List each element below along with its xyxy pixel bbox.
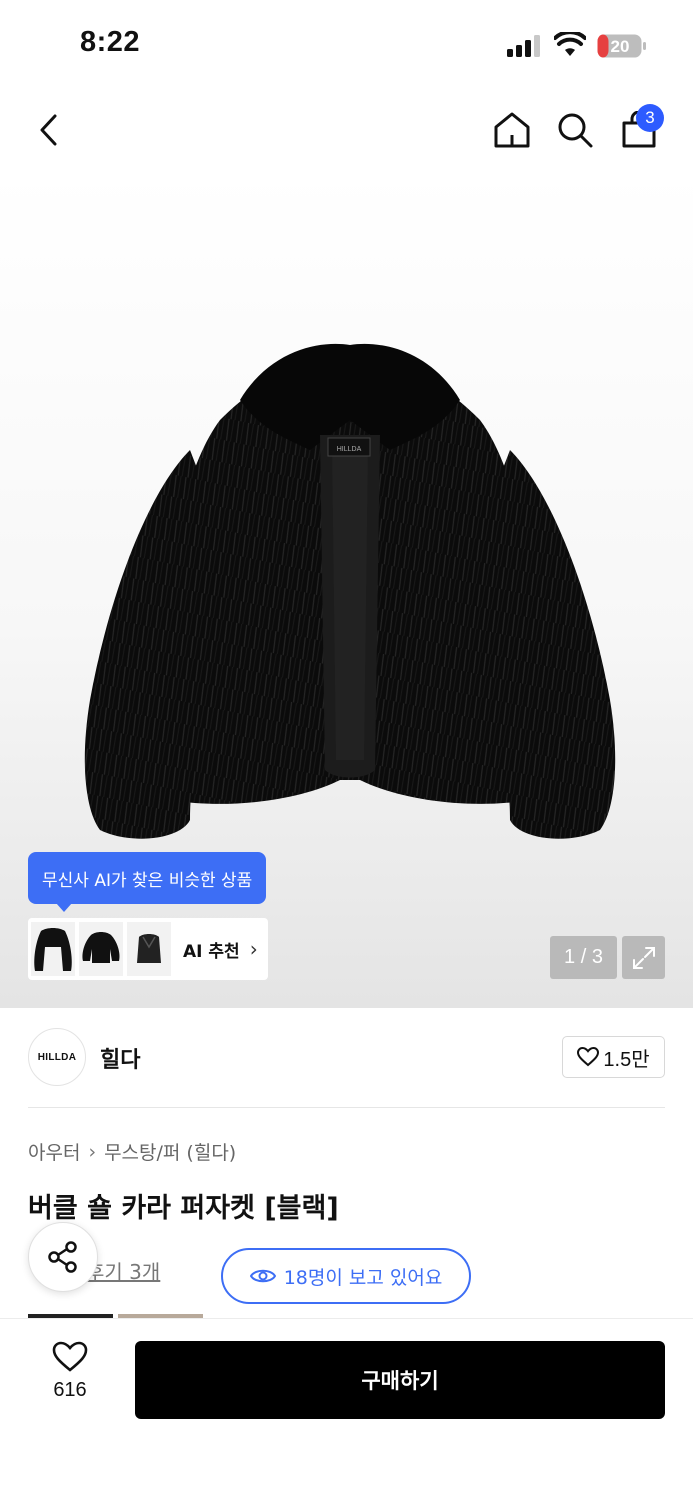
product-image-fur-jacket: HILLDA (84, 343, 616, 839)
image-page-indicator: 1 / 3 (550, 936, 617, 979)
ai-reco-label: AI 추천 (183, 941, 240, 962)
breadcrumb-subcategory[interactable]: 무스탕/퍼 (힐다) (104, 1138, 236, 1165)
brand-like-count: 1.5만 (603, 1048, 650, 1071)
status-bar: 8:22 20 (0, 0, 693, 90)
back-button[interactable] (24, 105, 74, 155)
home-icon (494, 112, 530, 148)
wishlist-button[interactable]: 616 (30, 1341, 110, 1421)
viewers-text: 18명이 보고 있어요 (283, 1266, 443, 1289)
ai-reco-thumbnail (127, 922, 171, 976)
status-time: 8:22 (80, 26, 141, 58)
ai-recommendation-button[interactable]: AI 추천 › (28, 918, 268, 980)
top-nav-bar (0, 90, 693, 170)
heart-icon (52, 1341, 88, 1372)
eye-icon (249, 1269, 276, 1283)
breadcrumb: 아우터 › 무스탕/퍼 (힐다) (28, 1138, 236, 1165)
product-title: 버클 숄 카라 퍼자켓 [블랙] (28, 1193, 339, 1224)
search-icon (558, 113, 593, 148)
share-button[interactable] (28, 1222, 98, 1292)
chevron-right-icon: › (88, 1140, 97, 1163)
product-image-gallery[interactable]: HILLDA 무신사 AI가 찾은 비슷한 상품 AI 추천 › 1 / 3 (0, 170, 693, 1008)
brand-logo[interactable]: HILLDA (28, 1028, 86, 1086)
jacket-brand-label: HILLDA (337, 446, 362, 453)
bottom-action-bar: 616 구매하기 (0, 1318, 693, 1500)
wifi-icon (554, 32, 586, 56)
chevron-left-icon (40, 114, 57, 146)
expand-icon (632, 946, 655, 969)
brand-name[interactable]: 힐다 (100, 1042, 140, 1074)
divider (28, 1107, 665, 1108)
expand-image-button[interactable] (622, 936, 665, 979)
battery-level: 20 (611, 37, 630, 56)
ai-similar-products-tooltip: 무신사 AI가 찾은 비슷한 상품 (28, 852, 267, 912)
cellular-signal-icon (507, 35, 540, 57)
battery-icon: 20 (597, 34, 646, 58)
ai-reco-thumbnail (79, 922, 123, 976)
wishlist-count: 616 (53, 1379, 87, 1401)
heart-icon (577, 1047, 600, 1067)
brand-row[interactable]: HILLDA 힐다 1.5만 (28, 1028, 665, 1088)
breadcrumb-category[interactable]: 아우터 (28, 1138, 80, 1165)
home-button[interactable] (487, 105, 537, 155)
share-icon (48, 1241, 77, 1273)
ai-tooltip-text: 무신사 AI가 찾은 비슷한 상품 (42, 870, 253, 891)
brand-like-button[interactable]: 1.5만 (562, 1036, 665, 1078)
search-button[interactable] (550, 105, 600, 155)
ai-reco-thumbnail (31, 922, 75, 976)
chevron-right-icon: › (249, 937, 258, 961)
buy-button[interactable]: 구매하기 (135, 1341, 665, 1419)
cart-count-badge: 3 (636, 104, 664, 132)
viewers-count-badge: 18명이 보고 있어요 (221, 1248, 471, 1304)
